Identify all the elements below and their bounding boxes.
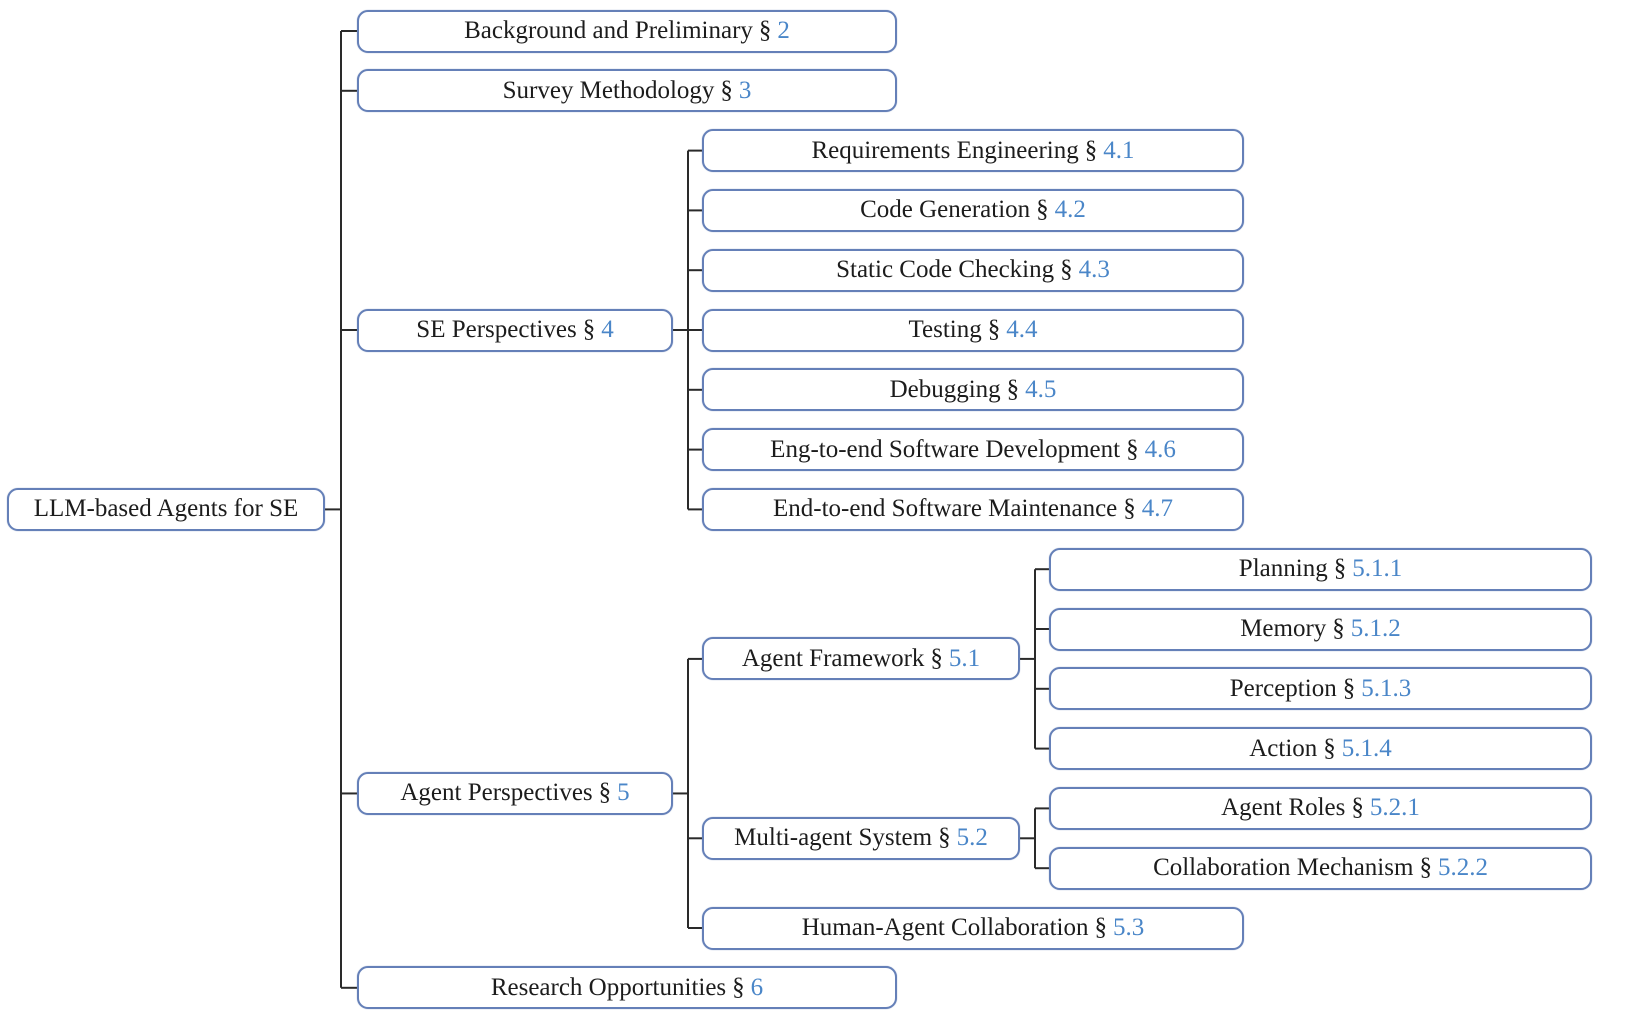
node-label: Requirements Engineering <box>811 136 1079 164</box>
node-survey-methodology: Survey Methodology § 3 <box>357 69 897 113</box>
taxonomy-tree: LLM-based Agents for SE Background and Pr… <box>0 0 1646 1014</box>
node-eng-to-end-software-development: Eng-to-end Software Development § 4.6 <box>702 428 1244 472</box>
section-number-link[interactable]: 4.5 <box>1025 376 1056 404</box>
node-label: Static Code Checking <box>836 256 1055 284</box>
node-label: SE Perspectives <box>416 316 577 343</box>
section-symbol: § <box>1006 375 1020 403</box>
section-symbol: § <box>1332 615 1345 642</box>
node-label: Human-Agent Collaboration <box>801 914 1089 941</box>
node-se-perspectives: SE Perspectives § 4 <box>357 308 673 352</box>
node-label: Planning <box>1238 555 1328 583</box>
section-symbol: § <box>1342 674 1356 702</box>
node-label: LLM-based Agents for SE <box>33 495 299 523</box>
node-label: Action <box>1249 734 1318 762</box>
section-symbol: § <box>720 76 733 104</box>
node-label: Memory <box>1240 615 1327 642</box>
node-agent-perspectives: Agent Perspectives § 5 <box>357 771 673 815</box>
section-symbol: § <box>1351 794 1364 822</box>
node-label: Agent Perspectives <box>400 779 593 807</box>
section-number-link[interactable]: 4.4 <box>1006 316 1037 344</box>
section-number-link[interactable]: 5.2 <box>957 824 988 852</box>
node-research-opportunities: Research Opportunities § 6 <box>357 966 897 1010</box>
node-static-code-checking: Static Code Checking § 4.3 <box>702 248 1244 292</box>
section-symbol: § <box>987 316 1001 343</box>
section-symbol: § <box>1323 734 1336 762</box>
section-symbol: § <box>1419 854 1432 882</box>
section-number-link[interactable]: 5.2.1 <box>1370 794 1420 822</box>
node-label: Survey Methodology <box>502 76 715 104</box>
node-label: Eng-to-end Software Development <box>770 435 1121 463</box>
section-number-link[interactable]: 4.2 <box>1055 196 1086 224</box>
section-symbol: § <box>1036 196 1049 224</box>
node-background-and-preliminary: Background and Preliminary § 2 <box>357 9 897 53</box>
node-debugging: Debugging § 4.5 <box>702 368 1244 412</box>
node-label: Debugging <box>889 375 1001 403</box>
section-number-link[interactable]: 4.1 <box>1103 137 1134 165</box>
section-number-link[interactable]: 2 <box>777 17 790 45</box>
node-label: Agent Framework <box>741 644 925 672</box>
node-label: Research Opportunities <box>490 973 727 1001</box>
section-number-link[interactable]: 5.2.2 <box>1438 854 1488 882</box>
section-symbol: § <box>732 973 745 1001</box>
node-end-to-end-software-maintenance: End-to-end Software Maintenance § 4.7 <box>702 487 1244 531</box>
section-number-link[interactable]: 5.1.3 <box>1361 675 1411 703</box>
section-symbol: § <box>930 644 943 672</box>
node-label: Collaboration Mechanism <box>1153 854 1414 882</box>
node-agent-framework: Agent Framework § 5.1 <box>702 637 1020 681</box>
section-symbol: § <box>582 316 596 343</box>
node-perception: Perception § 5.1.3 <box>1049 667 1592 711</box>
node-planning: Planning § 5.1.1 <box>1049 547 1592 591</box>
section-number-link[interactable]: 6 <box>751 974 764 1002</box>
section-number-link[interactable]: 5.1.2 <box>1351 615 1401 643</box>
section-symbol: § <box>1084 136 1098 164</box>
node-testing: Testing § 4.4 <box>702 308 1244 352</box>
section-number-link[interactable]: 5.3 <box>1113 914 1144 942</box>
node-label: Testing <box>908 316 982 343</box>
section-number-link[interactable]: 3 <box>739 77 752 105</box>
node-human-agent-collaboration: Human-Agent Collaboration § 5.3 <box>702 906 1244 950</box>
node-label: Background and Preliminary <box>464 17 753 44</box>
node-code-generation: Code Generation § 4.2 <box>702 188 1244 232</box>
node-label: Code Generation <box>860 196 1031 224</box>
section-symbol: § <box>1060 256 1073 284</box>
node-multi-agent-system: Multi-agent System § 5.2 <box>702 816 1020 860</box>
node-requirements-engineering: Requirements Engineering § 4.1 <box>702 129 1244 173</box>
section-symbol: § <box>758 17 772 44</box>
section-number-link[interactable]: 5.1 <box>949 645 980 673</box>
section-number-link[interactable]: 5.1.4 <box>1342 735 1392 763</box>
section-number-link[interactable]: 4.7 <box>1142 495 1173 523</box>
section-symbol: § <box>938 824 951 852</box>
section-symbol: § <box>1123 495 1136 523</box>
node-collaboration-mechanism: Collaboration Mechanism § 5.2.2 <box>1049 846 1592 890</box>
section-symbol: § <box>598 779 612 807</box>
section-number-link[interactable]: 4.3 <box>1079 256 1110 284</box>
section-number-link[interactable]: 5 <box>617 779 630 807</box>
node-memory: Memory § 5.1.2 <box>1049 607 1592 651</box>
section-symbol: § <box>1094 914 1108 941</box>
section-number-link[interactable]: 4 <box>601 316 614 344</box>
node-label: Perception <box>1229 674 1337 702</box>
node-label: Multi-agent System <box>734 824 933 852</box>
node-llm-based-agents-for-se: LLM-based Agents for SE <box>7 487 325 531</box>
section-symbol: § <box>1126 435 1139 463</box>
node-agent-roles: Agent Roles § 5.2.1 <box>1049 786 1592 830</box>
node-action: Action § 5.1.4 <box>1049 727 1592 771</box>
node-label: Agent Roles <box>1221 794 1346 822</box>
section-number-link[interactable]: 4.6 <box>1145 436 1176 464</box>
node-label: End-to-end Software Maintenance <box>772 495 1118 523</box>
section-symbol: § <box>1333 555 1347 583</box>
section-number-link[interactable]: 5.1.1 <box>1352 555 1402 583</box>
